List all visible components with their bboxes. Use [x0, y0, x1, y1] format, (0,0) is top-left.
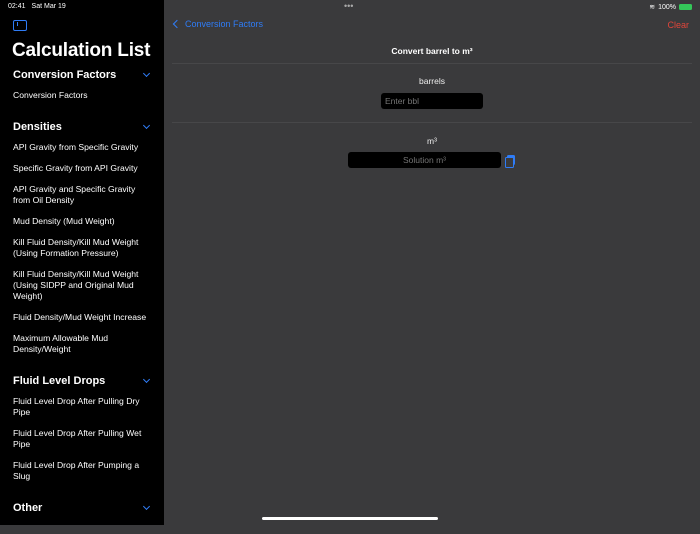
- clear-button[interactable]: Clear: [667, 20, 689, 30]
- calculation-list: Conversion Factors Conversion Factors Dens…: [0, 68, 164, 534]
- back-label: Conversion Factors: [185, 19, 264, 29]
- chevron-down-icon[interactable]: [142, 375, 151, 384]
- chevron-left-icon: [172, 19, 182, 29]
- wifi-icon: ≋: [649, 4, 656, 11]
- list-item[interactable]: Fluid Density/Mud Weight Increase: [0, 312, 164, 323]
- section-title: Fluid Level Drops: [13, 375, 106, 387]
- section-2: Fluid Level Drops Fluid Level Drop After …: [0, 374, 164, 482]
- list-item[interactable]: Maximum Allowable Mud Density/Weight: [0, 333, 164, 355]
- battery-percent: 100%: [658, 3, 676, 11]
- list-item[interactable]: API Gravity from Specific Gravity: [0, 142, 164, 153]
- chevron-down-icon[interactable]: [142, 69, 151, 78]
- section-header[interactable]: Fluid Level Drops: [0, 374, 164, 388]
- list-item[interactable]: Kill Fluid Density/Kill Mud Weight (Usin…: [0, 269, 164, 302]
- section-header[interactable]: Other: [0, 501, 164, 515]
- section-title: Densities: [13, 121, 62, 133]
- section-title: Conversion Factors: [13, 69, 117, 81]
- section-3: Other: [0, 501, 164, 515]
- list-item[interactable]: Fluid Level Drop After Pumping a Slug: [0, 460, 164, 482]
- copy-icon[interactable]: [505, 155, 515, 168]
- battery-icon: [679, 4, 692, 10]
- divider: [172, 63, 692, 64]
- barrels-input[interactable]: [381, 93, 483, 109]
- input-label: barrels: [419, 76, 445, 86]
- list-item[interactable]: Fluid Level Drop After Pulling Wet Pipe: [0, 428, 164, 450]
- divider: [172, 122, 692, 123]
- sidebar: 02:41 Sat Mar 19 Calculation List Convers…: [0, 0, 164, 525]
- back-button[interactable]: Conversion Factors: [171, 19, 263, 29]
- list-item[interactable]: Mud Density (Mud Weight): [0, 216, 164, 227]
- solution-output[interactable]: [348, 152, 501, 168]
- date: Sat Mar 19: [31, 3, 66, 10]
- output-label: m³: [427, 136, 437, 146]
- section-0: Conversion Factors Conversion Factors: [0, 68, 164, 101]
- chevron-down-icon[interactable]: [142, 121, 151, 130]
- section-header[interactable]: Densities: [0, 120, 164, 134]
- multitasking-dots-icon[interactable]: •••: [344, 1, 353, 11]
- status-time: 02:41 Sat Mar 19: [8, 3, 66, 10]
- converter-title: Convert barrel to m³: [391, 46, 473, 56]
- home-indicator[interactable]: [262, 517, 438, 520]
- page-title: Calculation List: [12, 40, 151, 61]
- section-title: Other: [13, 502, 43, 514]
- list-item[interactable]: Kill Fluid Density/Kill Mud Weight (Usin…: [0, 237, 164, 259]
- time: 02:41: [8, 3, 26, 10]
- chevron-down-icon[interactable]: [142, 502, 151, 511]
- sidebar-toggle-icon[interactable]: [13, 20, 27, 31]
- list-item[interactable]: Conversion Factors: [0, 90, 164, 101]
- status-right: ≋ 100%: [649, 3, 692, 11]
- list-item[interactable]: API Gravity and Specific Gravity from Oi…: [0, 184, 164, 206]
- list-item[interactable]: Fluid Level Drop After Pulling Dry Pipe: [0, 396, 164, 418]
- list-item[interactable]: Specific Gravity from API Gravity: [0, 163, 164, 174]
- section-header[interactable]: Conversion Factors: [0, 68, 164, 82]
- section-1: Densities API Gravity from Specific Gravi…: [0, 120, 164, 355]
